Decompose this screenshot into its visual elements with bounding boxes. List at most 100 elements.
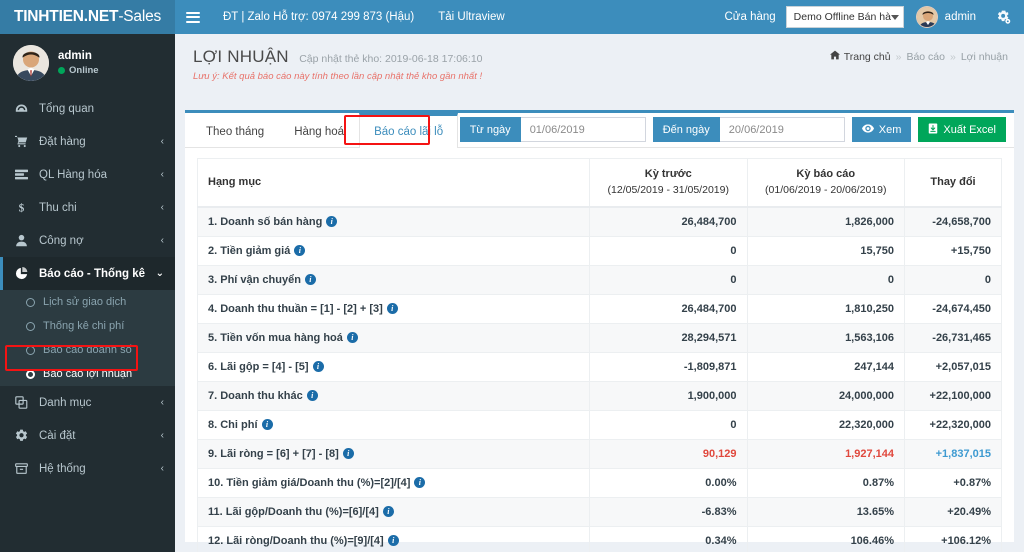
sidebar-subitem-bao-cao-loi-nhuan[interactable]: Báo cáo lợi nhuận [0, 362, 175, 386]
tab-hang-hoa[interactable]: Hàng hoá [279, 116, 359, 147]
avatar [13, 45, 49, 81]
table-row: 4. Doanh thu thuần = [1] - [2] + [3]i26,… [198, 294, 1002, 323]
sidebar-item-he-thong[interactable]: Hệ thống ‹ [0, 452, 175, 485]
gears-icon[interactable] [986, 0, 1020, 34]
table-row: 3. Phí vận chuyểni000 [198, 265, 1002, 294]
copy-icon [13, 396, 30, 409]
sidebar-item-bao-cao-thong-ke[interactable]: Báo cáo - Thống kê ⌄ [0, 257, 175, 290]
sidebar-item-arrow: ‹ [161, 136, 164, 147]
from-date-input[interactable]: 01/06/2019 [521, 117, 646, 142]
cell-prev: 0 [590, 410, 748, 439]
table-row: 7. Doanh thu kháci1,900,00024,000,000+22… [198, 381, 1002, 410]
info-icon[interactable]: i [343, 448, 354, 459]
item-label: 3. Phí vận chuyển [208, 274, 301, 286]
sidebar-item-ql-hang-hoa[interactable]: QL Hàng hóa ‹ [0, 158, 175, 191]
sidebar-item-dat-hang[interactable]: Đặt hàng ‹ [0, 125, 175, 158]
view-button[interactable]: Xem [852, 117, 912, 142]
sidebar-item-arrow: ‹ [161, 169, 164, 180]
sidebar-item-label: Công nợ [39, 235, 152, 247]
info-icon[interactable]: i [262, 419, 273, 430]
app-logo[interactable]: TINHTIEN.NET-Sales [0, 0, 175, 34]
sidebar-profile[interactable]: admin Online [0, 34, 175, 92]
cell-prev: 90,129 [590, 439, 748, 468]
eye-icon [862, 124, 874, 136]
sidebar-profile-name: admin [58, 50, 99, 62]
sidebar-profile-status-label: Online [69, 65, 99, 76]
export-excel-button[interactable]: Xuất Excel [918, 117, 1006, 142]
info-icon[interactable]: i [347, 332, 358, 343]
pie-chart-icon [13, 267, 30, 280]
cell-chg: -26,731,465 [905, 323, 1002, 352]
avatar [916, 6, 938, 28]
cell-prev: 26,484,700 [590, 294, 748, 323]
cell-item: 11. Lãi gộp/Doanh thu (%)=[6]/[4]i [198, 497, 590, 526]
sidebar-item-thu-chi[interactable]: $ Thu chi ‹ [0, 191, 175, 224]
page-header: LỢI NHUẬN Cập nhật thẻ kho: 2019-06-18 1… [175, 34, 1024, 82]
store-select-value: Demo Offline Bán hàr [794, 11, 891, 23]
sidebar-subitem-bao-cao-doanh-so[interactable]: Báo cáo doanh số [0, 338, 175, 362]
to-date-group: Đến ngày 20/06/2019 [653, 117, 845, 142]
sidebar-item-danh-muc[interactable]: Danh mục ‹ [0, 386, 175, 419]
sidebar-subitem-thong-ke-chi-phi[interactable]: Thống kê chi phí [0, 314, 175, 338]
profit-loss-table: Hạng mục Kỳ trước (12/05/2019 - 31/05/20… [197, 158, 1002, 552]
export-excel-label: Xuất Excel [943, 124, 996, 136]
cell-cur: 1,826,000 [747, 207, 905, 236]
user-menu[interactable]: admin [904, 6, 986, 28]
item-label: 7. Doanh thu khác [208, 390, 303, 402]
dashboard-icon [13, 102, 30, 115]
circle-icon [26, 322, 35, 331]
report-panel: Theo tháng Hàng hoá Báo cáo lãi lỗ Từ ng… [185, 110, 1014, 542]
column-header-prev-range: (12/05/2019 - 31/05/2019) [600, 183, 737, 198]
info-icon[interactable]: i [383, 506, 394, 517]
cell-chg: 0 [905, 265, 1002, 294]
item-label: 10. Tiền giảm giá/Doanh thu (%)=[2]/[4] [208, 477, 410, 489]
home-icon [830, 50, 840, 63]
gear-icon [13, 429, 30, 442]
breadcrumb-level-3[interactable]: Lợi nhuận [961, 51, 1008, 63]
info-icon[interactable]: i [414, 477, 425, 488]
info-icon[interactable]: i [326, 216, 337, 227]
view-button-label: Xem [879, 124, 902, 136]
sidebar-item-cai-dat[interactable]: Cài đặt ‹ [0, 419, 175, 452]
table-row: 1. Doanh số bán hàngi26,484,7001,826,000… [198, 207, 1002, 236]
cell-prev: 28,294,571 [590, 323, 748, 352]
support-phone-link[interactable]: ĐT | Zalo Hỗ trợ: 0974 299 873 (Hậu) [211, 0, 426, 34]
report-table-wrapper: Hạng mục Kỳ trước (12/05/2019 - 31/05/20… [185, 148, 1014, 552]
item-label: 8. Chi phí [208, 419, 258, 431]
sidebar-subitem-lich-su-giao-dich[interactable]: Lịch sử giao dịch [0, 290, 175, 314]
cell-item: 6. Lãi gộp = [4] - [5]i [198, 352, 590, 381]
cell-item: 1. Doanh số bán hàngi [198, 207, 590, 236]
dollar-icon: $ [13, 201, 30, 214]
info-icon[interactable]: i [307, 390, 318, 401]
tab-theo-thang[interactable]: Theo tháng [191, 116, 279, 147]
tab-bao-cao-lai-lo[interactable]: Báo cáo lãi lỗ [359, 113, 458, 148]
store-select[interactable]: Demo Offline Bán hàr [786, 6, 904, 28]
sidebar-submenu-bao-cao: Lịch sử giao dịch Thống kê chi phí Báo c… [0, 290, 175, 386]
breadcrumb-home-label: Trang chủ [844, 51, 891, 63]
info-icon[interactable]: i [294, 245, 305, 256]
cell-prev: 0.34% [590, 526, 748, 552]
info-icon[interactable]: i [388, 535, 399, 546]
column-header-current-range: (01/06/2019 - 20/06/2019) [758, 183, 895, 198]
top-navbar: TINHTIEN.NET-Sales ĐT | Zalo Hỗ trợ: 097… [0, 0, 1024, 34]
sidebar-item-tong-quan[interactable]: Tổng quan [0, 92, 175, 125]
sidebar-item-cong-no[interactable]: Công nợ ‹ [0, 224, 175, 257]
info-icon[interactable]: i [387, 303, 398, 314]
cell-item: 8. Chi phí i [198, 410, 590, 439]
cell-cur: 1,927,144 [747, 439, 905, 468]
breadcrumb-home[interactable]: Trang chủ [830, 50, 891, 63]
info-icon[interactable]: i [305, 274, 316, 285]
cell-prev: 1,900,000 [590, 381, 748, 410]
hamburger-menu-icon[interactable] [175, 0, 211, 34]
table-row: 9. Lãi ròng = [6] + [7] - [8]i90,1291,92… [198, 439, 1002, 468]
breadcrumb-level-2[interactable]: Báo cáo [906, 51, 945, 63]
to-date-input[interactable]: 20/06/2019 [720, 117, 845, 142]
excel-download-icon [928, 123, 938, 137]
sidebar-item-label: Tổng quan [39, 103, 155, 115]
ultraview-download-link[interactable]: Tải Ultraview [426, 0, 516, 34]
logo-brand: TINHTIEN.NET [14, 8, 118, 26]
info-icon[interactable]: i [313, 361, 324, 372]
svg-text:$: $ [19, 203, 25, 214]
cell-cur: 106.46% [747, 526, 905, 552]
filter-toolbar: Từ ngày 01/06/2019 Đến ngày 20/06/2019 X… [460, 117, 1006, 142]
